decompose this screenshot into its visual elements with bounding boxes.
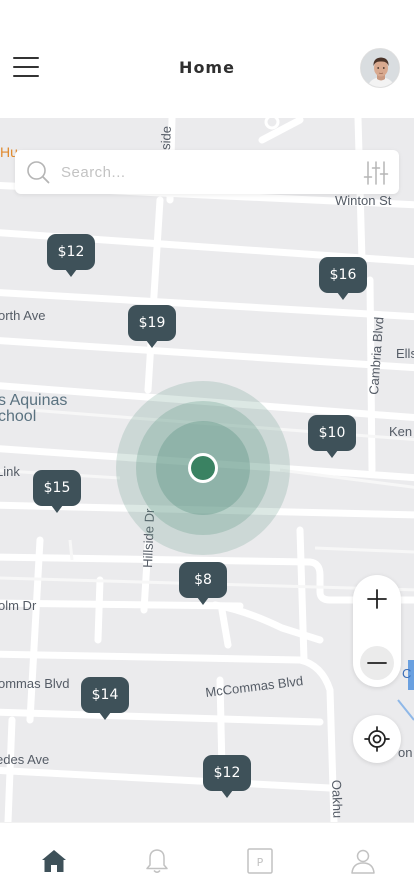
search-input[interactable] bbox=[61, 158, 351, 186]
poi-label: chool bbox=[0, 408, 36, 425]
price-pin[interactable]: $8 bbox=[179, 562, 227, 605]
zoom-controls bbox=[353, 575, 401, 687]
svg-text:P: P bbox=[257, 856, 264, 869]
street-label: ommas Blvd bbox=[0, 676, 70, 691]
crosshair-locate-icon bbox=[364, 726, 390, 752]
price-pin[interactable]: $12 bbox=[47, 234, 95, 277]
price-pin[interactable]: $12 bbox=[203, 755, 251, 798]
street-label: side bbox=[158, 126, 174, 150]
person-icon[interactable] bbox=[349, 847, 377, 875]
user-avatar[interactable] bbox=[360, 48, 400, 88]
street-label: Winton St bbox=[335, 193, 392, 208]
poi-label: C bbox=[402, 666, 411, 681]
street-label: on C bbox=[398, 745, 414, 760]
current-location-dot bbox=[188, 453, 218, 483]
street-label: edes Ave bbox=[0, 752, 49, 767]
street-label: Oakhu bbox=[329, 780, 345, 819]
street-label: Ken bbox=[389, 424, 412, 439]
price-pin[interactable]: $19 bbox=[128, 305, 176, 348]
street-label: olm Dr bbox=[0, 598, 37, 613]
zoom-out-button[interactable] bbox=[360, 646, 394, 680]
price-pin[interactable]: $15 bbox=[33, 470, 81, 513]
zoom-in-button[interactable] bbox=[360, 582, 394, 616]
top-header: Home bbox=[0, 0, 414, 118]
app-screen: Home Winton St orth Ave Cambria Blvd Ell… bbox=[0, 0, 414, 896]
street-label: Link bbox=[0, 464, 20, 479]
search-icon bbox=[27, 161, 50, 184]
home-icon[interactable] bbox=[40, 847, 68, 875]
filter-sliders-icon[interactable] bbox=[363, 160, 389, 186]
price-pin[interactable]: $16 bbox=[319, 257, 367, 300]
page-title: Home bbox=[179, 58, 235, 77]
bell-icon[interactable] bbox=[143, 847, 171, 875]
street-label: Ells bbox=[396, 346, 414, 361]
plus-icon bbox=[367, 589, 387, 609]
price-pin[interactable]: $10 bbox=[308, 415, 356, 458]
poi-label: s Aquinas bbox=[0, 392, 67, 409]
minus-icon bbox=[367, 662, 387, 664]
price-pin[interactable]: $14 bbox=[81, 677, 129, 720]
bottom-tab-bar: P bbox=[0, 822, 414, 896]
search-bar bbox=[15, 150, 399, 194]
street-label: orth Ave bbox=[0, 308, 45, 323]
parking-icon[interactable]: P bbox=[246, 847, 274, 875]
locate-me-button[interactable] bbox=[353, 715, 401, 763]
